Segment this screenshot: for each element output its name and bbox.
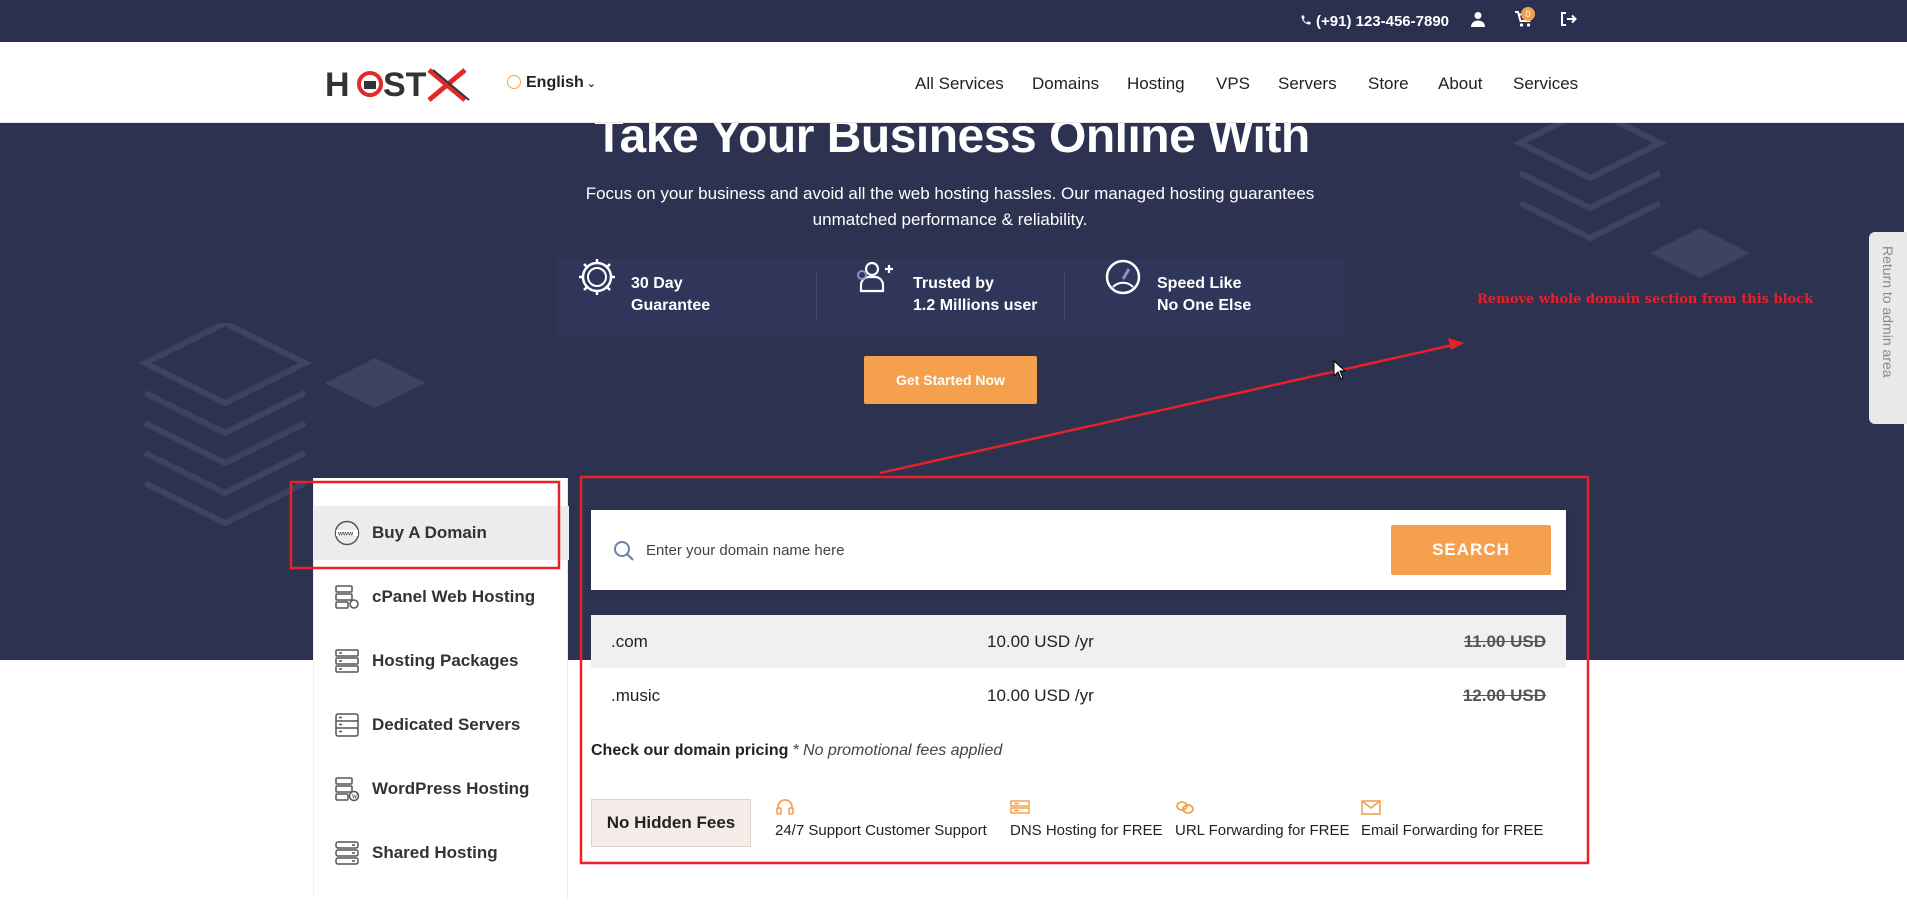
- language-selector[interactable]: English ⌄: [507, 74, 596, 92]
- perk-support: 24/7 Support Customer Support: [775, 798, 987, 839]
- domain-old-price: 11.00 USD: [1463, 632, 1546, 651]
- nav-hosting[interactable]: Hosting: [1127, 74, 1185, 94]
- hostx-logo[interactable]: H ST: [325, 62, 475, 104]
- feature-divider: [816, 273, 817, 321]
- svg-text:W: W: [352, 795, 358, 801]
- perk-label: URL Forwarding for FREE: [1175, 822, 1350, 839]
- www-icon: www: [334, 520, 360, 546]
- main-navbar: H ST English ⌄ All Services Domains Hosti…: [0, 42, 1904, 123]
- shared-server-icon: [334, 840, 360, 866]
- svg-text:ST: ST: [383, 66, 427, 104]
- headset-icon: [775, 798, 795, 816]
- perk-email-forwarding: Email Forwarding for FREE: [1361, 798, 1544, 839]
- return-to-admin-tab[interactable]: Return to admin area: [1869, 232, 1907, 424]
- nav-store[interactable]: Store: [1368, 74, 1409, 94]
- domain-old-price: 12.00 USD: [1462, 686, 1546, 705]
- badge-icon: [577, 257, 617, 297]
- hero-title: Take Your Business Online With: [594, 123, 1310, 163]
- sidebar-item-label: Buy A Domain: [372, 523, 487, 542]
- hero-subtitle: Focus on your business and avoid all the…: [585, 184, 1315, 229]
- svg-text:H: H: [325, 66, 350, 104]
- domain-tld: .com: [611, 632, 648, 651]
- feature-guarantee-line2: Guarantee: [631, 297, 711, 314]
- mail-icon: [1361, 798, 1381, 816]
- chevron-down-icon: ⌄: [586, 78, 596, 90]
- service-sidebar: www Buy A Domain cPanel Web Hosting Host…: [313, 478, 569, 898]
- sidebar-item-label: WordPress Hosting: [372, 779, 530, 798]
- domain-price: 10.00 USD /yr: [987, 632, 1094, 651]
- nav-domains[interactable]: Domains: [1032, 74, 1099, 94]
- feature-trusted-line2: 1.2 Millions user: [913, 297, 1038, 314]
- domain-search-box: SEARCH: [591, 510, 1566, 590]
- link-icon: [1175, 798, 1195, 816]
- nav-vps[interactable]: VPS: [1216, 74, 1250, 94]
- get-started-button[interactable]: Get Started Now: [864, 356, 1037, 404]
- feature-divider: [1064, 273, 1065, 321]
- phone-icon: [1300, 13, 1312, 30]
- globe-icon: [507, 75, 521, 89]
- domain-tld: .music: [611, 686, 661, 705]
- cart-count-badge: 0: [1521, 7, 1535, 21]
- dns-icon: [1010, 798, 1030, 816]
- server-rack-icon: [334, 712, 360, 738]
- language-label: English: [526, 74, 584, 91]
- sidebar-item-buy-domain[interactable]: www Buy A Domain: [314, 506, 569, 560]
- sidebar-item-label: cPanel Web Hosting: [372, 587, 536, 606]
- feature-speed-line1: Speed Like: [1157, 275, 1242, 292]
- domain-price-row[interactable]: .music 10.00 USD /yr 12.00 USD: [591, 669, 1566, 722]
- sidebar-item-shared-hosting[interactable]: Shared Hosting: [314, 826, 569, 880]
- server-stack-icon: [334, 648, 360, 674]
- domain-pricing-note: Check our domain pricing * No promotional…: [591, 742, 1002, 760]
- domain-pricing-link[interactable]: Check our domain pricing: [591, 742, 788, 759]
- mouse-cursor-icon: [1333, 360, 1347, 380]
- nav-about[interactable]: About: [1438, 74, 1482, 94]
- logout-icon[interactable]: [1560, 11, 1578, 29]
- features-strip: 30 Day Guarantee Trusted by 1.2 Millions…: [557, 259, 1345, 336]
- wordpress-server-icon: W: [334, 776, 360, 802]
- domain-search-button[interactable]: SEARCH: [1391, 525, 1551, 575]
- sidebar-item-label: Shared Hosting: [372, 843, 498, 862]
- perk-label: DNS Hosting for FREE: [1010, 822, 1163, 839]
- domain-price-row[interactable]: .com 10.00 USD /yr 11.00 USD: [591, 615, 1566, 668]
- domain-price: 10.00 USD /yr: [987, 686, 1094, 705]
- annotation-note: Remove whole domain section from this bl…: [1477, 292, 1814, 307]
- perk-label: 24/7 Support Customer Support: [775, 822, 987, 839]
- sidebar-item-label: Dedicated Servers: [372, 715, 521, 734]
- sidebar-item-label: Hosting Packages: [372, 651, 519, 670]
- feature-trusted-line1: Trusted by: [913, 275, 994, 292]
- feature-guarantee-line1: 30 Day: [631, 275, 683, 292]
- top-bar: (+91) 123-456-7890 0: [0, 0, 1907, 42]
- phone-number[interactable]: (+91) 123-456-7890: [1300, 13, 1449, 30]
- svg-text:www: www: [337, 531, 354, 538]
- speed-icon: [1103, 257, 1143, 297]
- search-icon: [613, 540, 635, 562]
- nav-services[interactable]: Services: [1513, 74, 1578, 94]
- no-hidden-fees-badge: No Hidden Fees: [591, 799, 751, 847]
- server-settings-icon: [334, 584, 360, 610]
- perk-url-forwarding: URL Forwarding for FREE: [1175, 798, 1350, 839]
- promo-note: * No promotional fees applied: [792, 742, 1003, 759]
- sidebar-item-cpanel-hosting[interactable]: cPanel Web Hosting: [314, 570, 569, 624]
- perk-label: Email Forwarding for FREE: [1361, 822, 1544, 839]
- sidebar-item-hosting-packages[interactable]: Hosting Packages: [314, 634, 569, 688]
- sidebar-item-dedicated-servers[interactable]: Dedicated Servers: [314, 698, 569, 752]
- perk-dns: DNS Hosting for FREE: [1010, 798, 1163, 839]
- sidebar-item-wordpress-hosting[interactable]: W WordPress Hosting: [314, 762, 569, 816]
- nav-all-services[interactable]: All Services: [915, 74, 1004, 94]
- user-icon[interactable]: [1471, 11, 1489, 29]
- feature-speed-line2: No One Else: [1157, 297, 1252, 314]
- nav-servers[interactable]: Servers: [1278, 74, 1337, 94]
- phone-text: (+91) 123-456-7890: [1316, 13, 1450, 30]
- domain-search-input[interactable]: [646, 532, 1346, 568]
- return-to-admin-label: Return to admin area: [1880, 246, 1896, 378]
- users-icon: [855, 257, 895, 297]
